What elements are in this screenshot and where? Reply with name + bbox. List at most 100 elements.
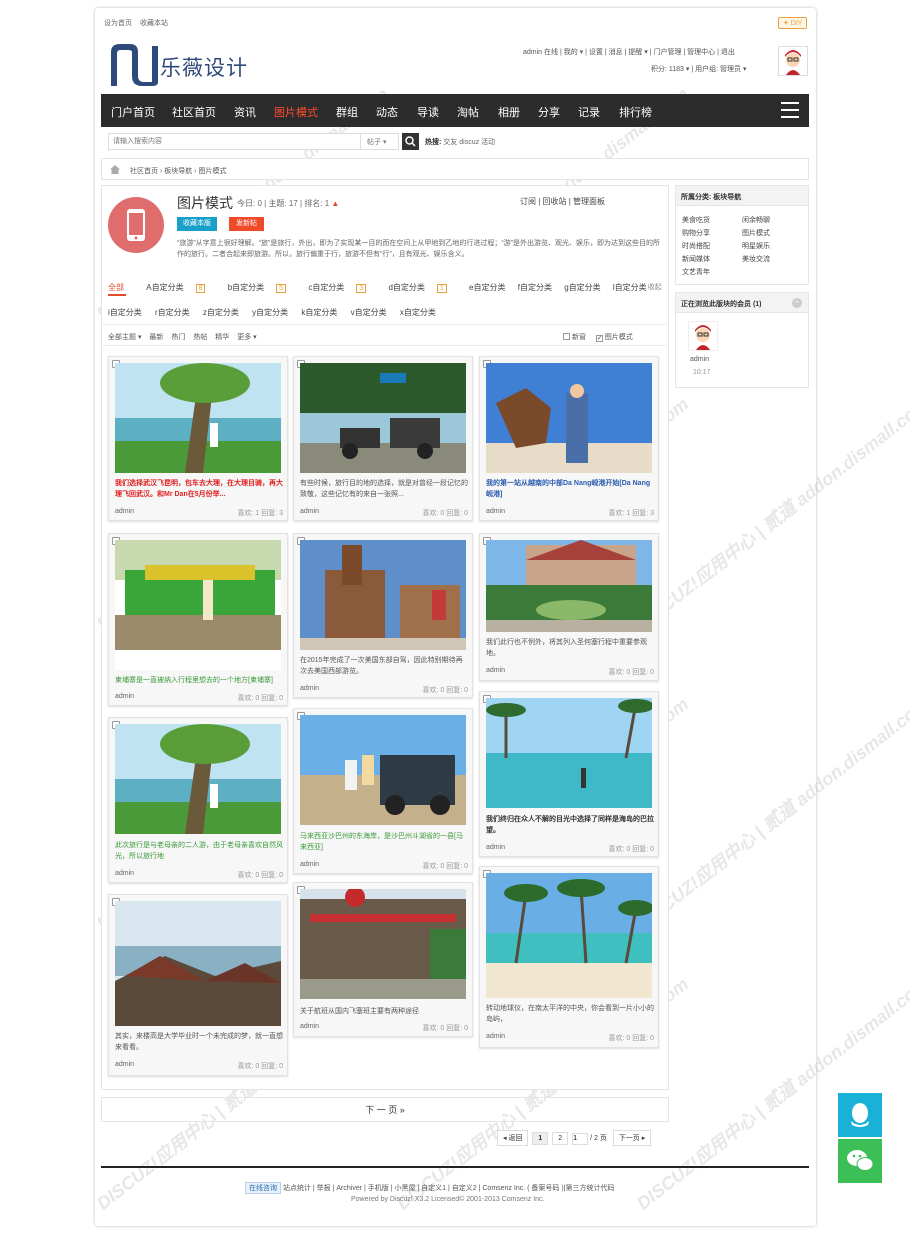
category-tab[interactable]: z自定分类: [203, 308, 239, 317]
nav-item[interactable]: 淘帖: [457, 104, 479, 120]
thread-title[interactable]: 有些时候，旅行目的地的选择，就是对曾经一段记忆的致敬，这些记忆有的来自一张照..…: [300, 478, 468, 500]
nav-item[interactable]: 记录: [578, 104, 600, 120]
online-consult-button[interactable]: 在线咨询: [245, 1182, 281, 1194]
pic-mode-checkbox[interactable]: ✓: [595, 335, 603, 342]
tab-all[interactable]: 全部: [108, 283, 134, 292]
sidebar-link[interactable]: 美食吃货: [682, 214, 742, 227]
nav-item[interactable]: 动态: [376, 104, 398, 120]
page-input[interactable]: [572, 1132, 589, 1145]
thread-card[interactable]: 我们此行也不例外，将其列入圣何塞行程中重要参观地。 admin 喜欢: 0 回复:…: [479, 533, 659, 681]
thread-author[interactable]: admin: [486, 667, 505, 674]
search-input[interactable]: [109, 134, 361, 149]
thread-card[interactable]: 有些时候，旅行目的地的选择，就是对曾经一段记忆的致敬，这些记忆有的来自一张照..…: [293, 356, 473, 521]
sidebar-link[interactable]: 新闻媒体: [682, 253, 742, 266]
thread-author[interactable]: admin: [486, 508, 505, 515]
search-type-select[interactable]: 帖子 ▾: [367, 137, 386, 147]
avatar[interactable]: [778, 46, 808, 76]
thread-author[interactable]: admin: [300, 508, 319, 515]
wechat-contact-button[interactable]: [838, 1139, 882, 1183]
sidebar-link[interactable]: 文艺青年: [682, 266, 742, 279]
thread-image[interactable]: [115, 363, 281, 473]
thread-card[interactable]: 其实，来楼高是大学毕业时一个未完成的梦，就一直想来看看。 admin 喜欢: 0 …: [108, 894, 288, 1076]
hot-terms[interactable]: 交友 discuz 活动: [443, 139, 495, 146]
thread-card[interactable]: 马来西亚沙巴州的东海岸，是沙巴州斗湖省的一县[马来西亚] admin 喜欢: 0 …: [293, 708, 473, 874]
thread-author[interactable]: admin: [486, 1033, 505, 1040]
thread-title[interactable]: 马来西亚沙巴州的东海岸，是沙巴州斗湖省的一县[马来西亚]: [300, 831, 468, 853]
new-window-checkbox[interactable]: [563, 333, 570, 340]
thread-title[interactable]: 我们终归在众人不解的目光中选择了同样是海岛的巴拉望。: [486, 814, 654, 836]
collapse-icon[interactable]: –: [792, 298, 802, 308]
member-name[interactable]: admin: [690, 356, 709, 363]
thread-title[interactable]: 在2015年完成了一次美国东部自驾，因此特别期待再次去美国西部游览。: [300, 655, 468, 677]
thread-author[interactable]: admin: [300, 861, 319, 868]
nav-item[interactable]: 资讯: [234, 104, 256, 120]
member-avatar[interactable]: [688, 321, 718, 351]
hamburger-menu-icon[interactable]: [781, 102, 799, 118]
filter-item[interactable]: 全部主题 ▾: [108, 334, 141, 341]
thread-card[interactable]: 关于航班从国内飞塞班主要有两种途径 admin 喜欢: 0 回复: 0: [293, 882, 473, 1037]
category-tab[interactable]: g自定分类: [564, 283, 600, 292]
thread-image[interactable]: [300, 889, 466, 999]
thread-author[interactable]: admin: [115, 508, 134, 515]
nav-item[interactable]: 门户首页: [111, 104, 155, 120]
thread-title[interactable]: 转动地球仪，在南太平洋的中央，你会看到一片小小的岛屿，: [486, 1003, 654, 1025]
nav-item[interactable]: 相册: [498, 104, 520, 120]
thread-author[interactable]: admin: [115, 1061, 134, 1068]
category-tab[interactable]: A自定分类 8: [146, 283, 215, 293]
thread-image[interactable]: [115, 901, 281, 1026]
forum-tools[interactable]: 订阅 | 回收站 | 管理面板: [520, 196, 605, 207]
thread-author[interactable]: admin: [115, 870, 134, 877]
sidebar-link[interactable]: 明星娱乐: [742, 240, 802, 253]
thread-card[interactable]: 在2015年完成了一次美国东部自驾，因此特别期待再次去美国西部游览。 admin…: [293, 533, 473, 698]
thread-title[interactable]: 我的第一站从越南的中部Da Nang岘港开始[Da Nang岘港]: [486, 478, 654, 500]
category-tab[interactable]: i自定分类: [108, 308, 142, 317]
category-tab[interactable]: y自定分类: [252, 308, 288, 317]
user-menu[interactable]: admin 在线 | 我的 ▾ | 设置 | 消息 | 提醒 ▾ | 门户管理 …: [523, 47, 735, 57]
nav-item-active[interactable]: 图片模式: [274, 104, 318, 120]
sidebar-link[interactable]: 闲余畅聊: [742, 214, 802, 227]
page-2[interactable]: 2: [552, 1132, 569, 1145]
thread-image[interactable]: [115, 724, 281, 834]
thread-card[interactable]: 转动地球仪，在南太平洋的中央，你会看到一片小小的岛屿， admin 喜欢: 0 回…: [479, 866, 659, 1048]
footer-link-list[interactable]: 站点统计 | 举报 | Archiver | 手机版 | 小黑屋 | 自定义1 …: [283, 1185, 615, 1192]
thread-card[interactable]: 我们选择武汉飞昆明，包车去大理，在大理目骑，再大理飞回武汉。和Mr Dan在5月…: [108, 356, 288, 521]
thread-title[interactable]: 关于航班从国内飞塞班主要有两种途径: [300, 1006, 468, 1017]
thread-title[interactable]: 柬埔寨是一直被纳入行程里想去的一个地方[柬埔寨]: [115, 675, 283, 686]
next-page-link[interactable]: 下一页 ▸: [612, 1130, 652, 1146]
thread-card[interactable]: 我的第一站从越南的中部Da Nang岘港开始[Da Nang岘港] admin 喜…: [479, 356, 659, 521]
filter-item[interactable]: 最新: [149, 334, 163, 341]
nav-item[interactable]: 排行榜: [619, 104, 652, 120]
nav-item[interactable]: 分享: [538, 104, 560, 120]
qq-contact-button[interactable]: [838, 1093, 882, 1137]
thread-author[interactable]: admin: [300, 685, 319, 692]
thread-image[interactable]: [486, 873, 652, 998]
category-tab[interactable]: x自定分类: [400, 308, 436, 317]
sidebar-link[interactable]: 图片模式: [742, 227, 802, 240]
filter-item[interactable]: 精华: [215, 334, 229, 341]
sidebar-link[interactable]: 美妆交流: [742, 253, 802, 266]
search-button[interactable]: [402, 133, 419, 150]
category-tab[interactable]: b自定分类 5: [228, 283, 296, 293]
category-tab[interactable]: r自定分类: [155, 308, 190, 317]
category-tab[interactable]: f自定分类: [518, 283, 552, 292]
filter-item[interactable]: 热门: [171, 334, 185, 341]
new-post-button[interactable]: 发新帖: [229, 217, 264, 231]
thread-author[interactable]: admin: [486, 844, 505, 851]
user-credits[interactable]: 积分: 1183 ▾ | 用户组: 管理员 ▾: [651, 64, 746, 74]
bookmark-link[interactable]: 收藏本站: [140, 20, 168, 27]
collapse-toggle[interactable]: ⌃ 收起: [640, 282, 662, 292]
thread-image[interactable]: [486, 698, 652, 808]
thread-author[interactable]: admin: [300, 1023, 319, 1030]
breadcrumb-path[interactable]: 社区首页 › 板块导航 › 图片模式: [130, 166, 226, 176]
thread-image[interactable]: [300, 363, 466, 473]
next-page-button[interactable]: 下 一 页 »: [101, 1097, 669, 1122]
thread-card[interactable]: 我们终归在众人不解的目光中选择了同样是海岛的巴拉望。 admin 喜欢: 0 回复…: [479, 691, 659, 857]
category-tab[interactable]: e自定分类: [469, 283, 505, 292]
thread-image[interactable]: [300, 715, 466, 825]
home-icon[interactable]: [110, 165, 120, 174]
thread-title[interactable]: 我们选择武汉飞昆明，包车去大理，在大理目骑，再大理飞回武汉。和Mr Dan在5月…: [115, 478, 283, 500]
category-tab[interactable]: c自定分类 3: [308, 283, 376, 293]
thread-image[interactable]: [115, 540, 281, 670]
sidebar-link[interactable]: 时尚搭配: [682, 240, 742, 253]
category-tab[interactable]: k自定分类: [301, 308, 337, 317]
